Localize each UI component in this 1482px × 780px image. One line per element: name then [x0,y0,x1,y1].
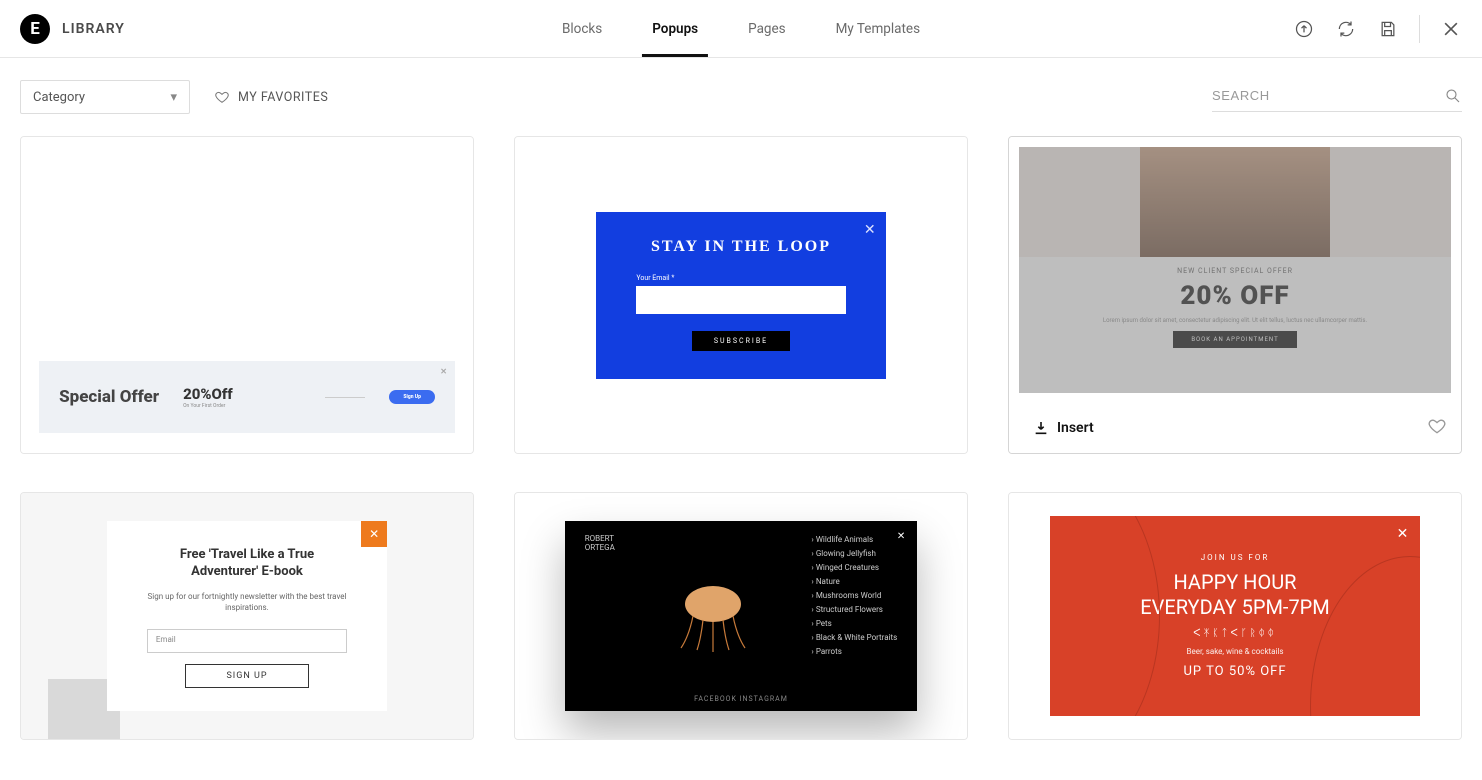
template-card[interactable]: Special Offer 20%Off On Your First Order… [20,136,474,454]
category-select-label: Category [33,90,85,105]
favorite-toggle[interactable] [1427,416,1447,440]
tab-blocks[interactable]: Blocks [562,0,602,57]
template-thumbnail: ✕ JOIN US FOR HAPPY HOUR EVERYDAY 5PM-7P… [1009,493,1461,739]
preview-input [636,286,845,314]
save-icon[interactable] [1377,18,1399,40]
chevron-down-icon: ▾ [170,90,177,105]
preview-image [1140,147,1330,257]
close-icon: ✕ [361,521,387,547]
preview-image [615,535,812,697]
preview-brand: ROBERTORTEGA [585,535,615,697]
tab-pages[interactable]: Pages [748,0,786,57]
library-tabs: Blocks Popups Pages My Templates [562,0,920,57]
preview-body: Lorem ipsum dolor sit amet, consectetur … [1078,317,1392,325]
preview-headline: 20% OFF [1180,281,1289,311]
header-divider [1419,15,1420,43]
library-toolbar: Category ▾ MY FAVORITES [0,58,1482,136]
search-icon [1444,87,1462,105]
template-card[interactable]: NEW CLIENT SPECIAL OFFER 20% OFF Lorem i… [1008,136,1462,454]
templates-grid: Special Offer 20%Off On Your First Order… [0,136,1482,780]
preview-text: 20%Off [183,385,233,403]
preview-body: Sign up for our fortnightly newsletter w… [147,591,347,613]
preview-input: Email [147,629,347,653]
preview-button: SIGN UP [185,664,308,688]
template-thumbnail: ✕ Free 'Travel Like a True Adventurer' E… [21,493,473,739]
preview-kicker: NEW CLIENT SPECIAL OFFER [1177,267,1293,275]
category-select[interactable]: Category ▾ [20,80,190,114]
template-card-footer: Insert [1009,403,1461,453]
my-favorites-label: MY FAVORITES [238,90,328,105]
template-thumbnail: NEW CLIENT SPECIAL OFFER 20% OFF Lorem i… [1009,137,1461,403]
library-logo-area: E LIBRARY [20,14,125,44]
upload-icon[interactable] [1293,18,1315,40]
close-icon[interactable] [1440,18,1462,40]
header-actions [1293,15,1462,43]
preview-headline: HAPPY HOUR EVERYDAY 5PM-7PM [1140,570,1330,620]
heart-icon [214,89,230,105]
close-icon: ✕ [1397,526,1409,542]
template-card[interactable]: ✕ JOIN US FOR HAPPY HOUR EVERYDAY 5PM-7P… [1008,492,1462,740]
insert-button[interactable]: Insert [1023,414,1112,442]
close-icon: ✕ [897,531,905,542]
preview-button: SUBSCRIBE [692,331,790,351]
template-thumbnail: ✕ ROBERTORTEGA Wildlife Animals Glowing … [515,493,967,739]
search-field[interactable] [1212,83,1462,112]
preview-decoration [1050,516,1160,716]
preview-kicker: JOIN US FOR [1201,553,1270,562]
preview-label: Your Email * [636,274,845,282]
library-title: LIBRARY [62,21,125,37]
my-favorites-button[interactable]: MY FAVORITES [214,89,328,105]
preview-menu: Wildlife Animals Glowing Jellyfish Winge… [811,535,897,697]
tab-my-templates[interactable]: My Templates [836,0,920,57]
preview-button: BOOK AN APPOINTMENT [1173,331,1296,348]
preview-footer: FACEBOOK INSTAGRAM [694,695,788,703]
preview-input [325,397,365,398]
template-thumbnail: ✕ STAY IN THE LOOP Your Email * SUBSCRIB… [515,137,967,453]
preview-title: STAY IN THE LOOP [636,238,845,256]
search-input[interactable] [1212,88,1444,103]
template-card[interactable]: ✕ ROBERTORTEGA Wildlife Animals Glowing … [514,492,968,740]
library-header: E LIBRARY Blocks Popups Pages My Templat… [0,0,1482,58]
insert-button-label: Insert [1057,420,1094,436]
template-card[interactable]: ✕ Free 'Travel Like a True Adventurer' E… [20,492,474,740]
template-card[interactable]: ✕ STAY IN THE LOOP Your Email * SUBSCRIB… [514,136,968,454]
preview-button: Sign Up [389,390,435,404]
preview-glyphs: ᐸᛡᛕᛏᐸᚴᚱᛰᛰ [1193,628,1277,639]
close-icon: ✕ [440,367,447,376]
preview-discount: UP TO 50% OFF [1183,664,1286,679]
template-thumbnail: Special Offer 20%Off On Your First Order… [21,137,473,453]
preview-text: Special Offer [59,387,159,407]
preview-tagline: Beer, sake, wine & cocktails [1186,647,1283,656]
preview-text: On Your First Order [183,403,233,409]
sync-icon[interactable] [1335,18,1357,40]
tab-popups[interactable]: Popups [652,0,698,57]
download-icon [1033,420,1049,436]
elementor-logo-icon: E [20,14,50,44]
close-icon: ✕ [864,222,876,238]
preview-title: Free 'Travel Like a True Adventurer' E-b… [147,547,347,581]
